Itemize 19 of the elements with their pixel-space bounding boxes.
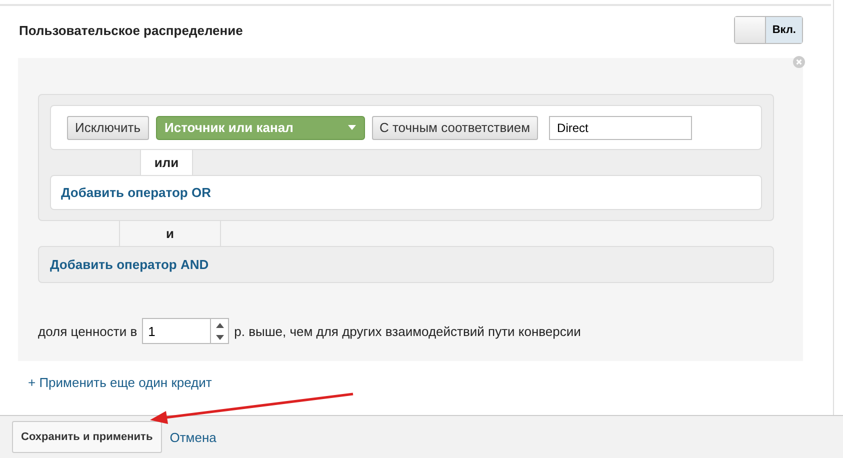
toggle-state: Вкл. xyxy=(766,17,802,43)
cancel-link[interactable]: Отмена xyxy=(170,430,216,444)
save-button[interactable]: Сохранить и применить xyxy=(12,421,162,453)
match-type-button[interactable]: С точным соответствием xyxy=(372,116,538,140)
credit-suffix: р. выше, чем для других взаимодействий пути конверсии xyxy=(234,324,581,338)
credit-prefix: доля ценности в xyxy=(38,324,138,338)
or-label: или xyxy=(140,150,193,175)
down-icon[interactable] xyxy=(216,334,224,340)
value-field[interactable]: Direct xyxy=(549,116,692,140)
and-label: и xyxy=(119,221,221,246)
section-title: Пользовательское распределение xyxy=(19,22,243,38)
add-and-link[interactable]: Добавить оператор AND xyxy=(50,257,209,272)
credit-field[interactable]: 1 xyxy=(142,318,210,344)
add-or-link[interactable]: Добавить оператор OR xyxy=(61,185,211,200)
exclude-button[interactable]: Исключить xyxy=(67,116,148,140)
caret-icon xyxy=(348,125,356,130)
add-credit-link[interactable]: + Применить еще один кредит xyxy=(28,375,212,390)
up-icon[interactable] xyxy=(216,322,224,328)
toggle-switch[interactable]: Вкл. xyxy=(734,16,803,44)
